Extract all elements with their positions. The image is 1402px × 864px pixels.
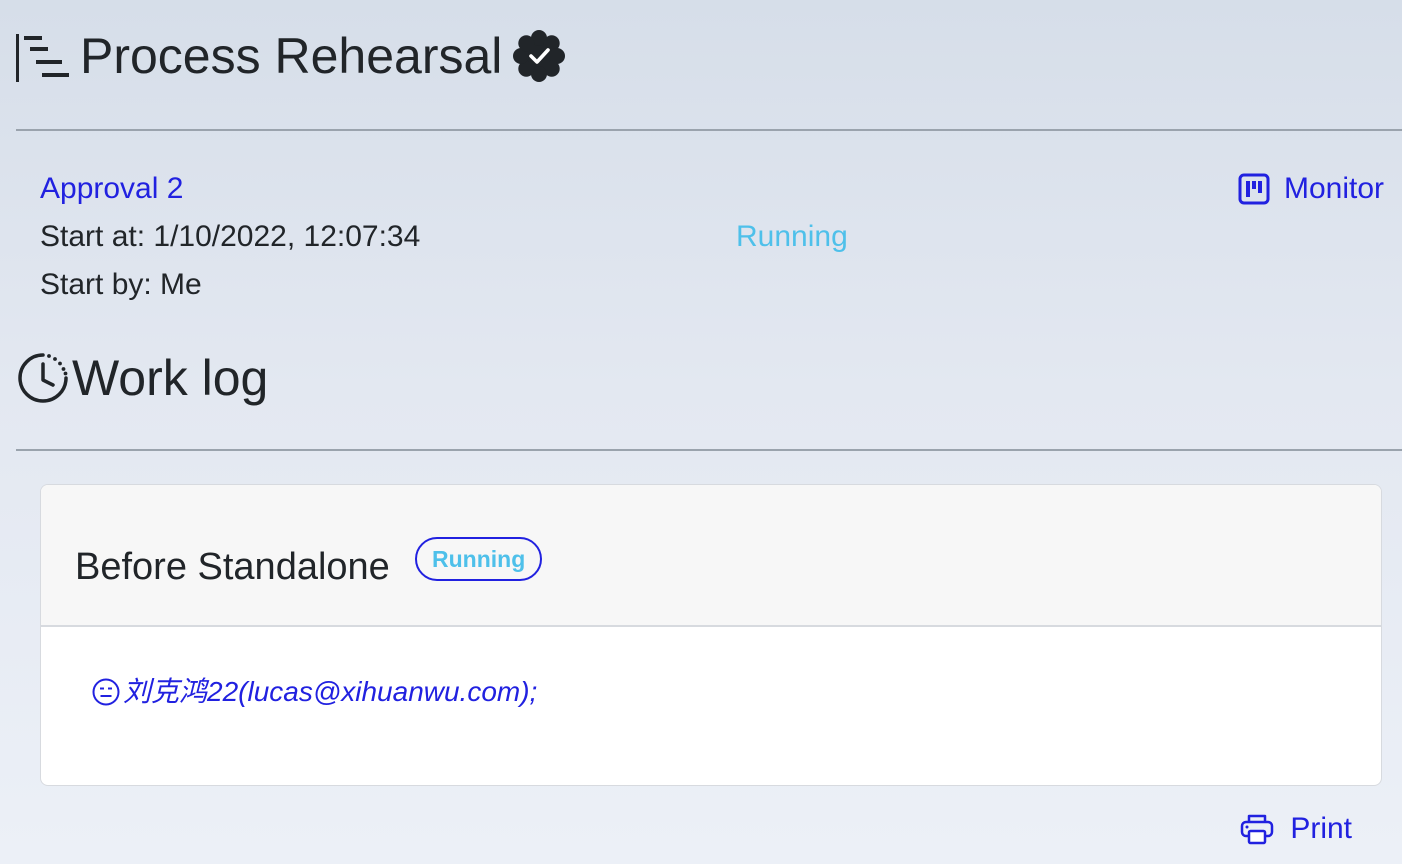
process-name-link[interactable]: Approval 2 <box>40 170 183 208</box>
worklog-header: Work log <box>16 346 268 410</box>
emoji-neutral-icon <box>92 678 120 706</box>
monitor-label: Monitor <box>1283 172 1384 205</box>
monitor-button[interactable]: Monitor <box>1238 170 1384 208</box>
print-label: Print <box>1290 812 1352 845</box>
worklog-card-header: Before Standalone Running <box>41 485 1381 627</box>
page-title: Process Rehearsal <box>80 28 503 84</box>
assignee-name: 刘克鸿22(lucas@xihuanwu.com); <box>123 676 538 707</box>
worklog-divider <box>16 449 1402 451</box>
step-title: Before Standalone <box>75 546 390 588</box>
start-by: Start by: Me <box>40 268 202 301</box>
header-divider <box>16 129 1402 131</box>
worklog-card: Before Standalone Running 刘克鸿22(lucas@xi… <box>40 484 1382 786</box>
clock-history-icon <box>18 353 68 403</box>
printer-icon <box>1241 814 1274 845</box>
process-status: Running <box>736 220 848 253</box>
worklog-title: Work log <box>72 350 269 406</box>
flow-tree-icon <box>16 30 70 82</box>
patch-check-icon <box>512 29 566 83</box>
worklog-card-body: 刘克鸿22(lucas@xihuanwu.com); <box>41 627 1381 785</box>
kanban-icon <box>1238 173 1270 205</box>
assignee-link[interactable]: 刘克鸿22(lucas@xihuanwu.com); <box>91 673 537 711</box>
page-header: Process Rehearsal <box>16 24 566 88</box>
step-status-badge: Running <box>415 537 543 581</box>
print-button[interactable]: Print <box>1240 808 1352 850</box>
start-time: Start at: 1/10/2022, 12:07:34 <box>40 220 421 253</box>
